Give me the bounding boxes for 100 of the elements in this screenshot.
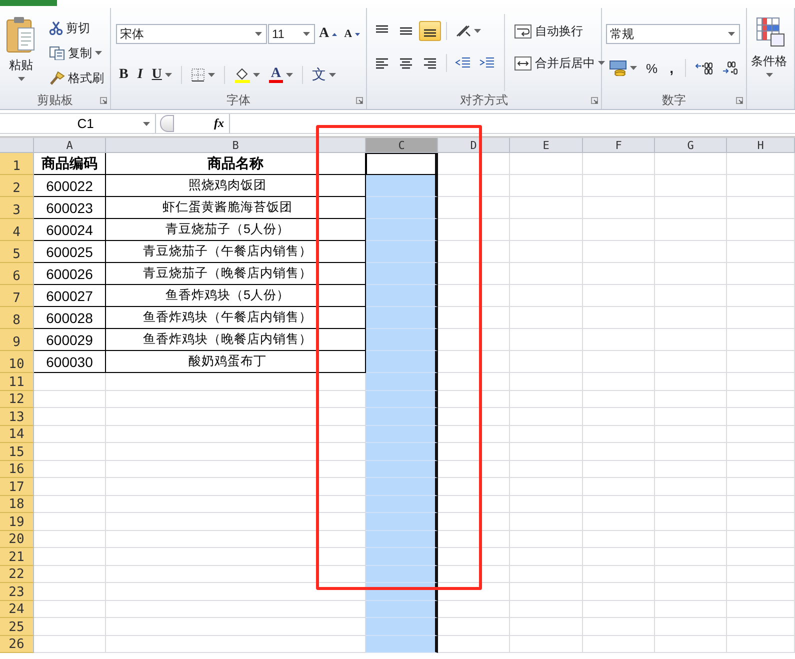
font-size-field[interactable]: 11 — [268, 24, 315, 44]
grid-cell[interactable] — [727, 496, 795, 513]
dialog-launcher-icon[interactable] — [736, 97, 743, 104]
grid-cell[interactable] — [438, 241, 510, 263]
grid-cell[interactable] — [106, 390, 366, 408]
grid-cell[interactable] — [106, 443, 366, 460]
grid-cell[interactable] — [438, 600, 510, 618]
column-header[interactable]: H — [727, 138, 795, 153]
selected-cell[interactable] — [366, 263, 438, 285]
font-name-field[interactable]: 宋体 — [116, 24, 267, 44]
grid-cell[interactable] — [510, 175, 583, 197]
grid-cell[interactable] — [510, 408, 583, 426]
merge-center-button[interactable]: 合并后居中 — [511, 53, 608, 73]
grid-cell[interactable] — [655, 566, 727, 583]
grid-cell[interactable] — [438, 530, 510, 548]
grid-cell[interactable] — [655, 263, 727, 285]
grid-cell[interactable] — [510, 263, 583, 285]
column-header[interactable]: B — [106, 138, 366, 153]
grid-cell[interactable] — [655, 153, 727, 175]
grid-cell[interactable] — [34, 618, 106, 636]
grid-cell[interactable] — [727, 513, 795, 530]
grid-cell[interactable] — [438, 583, 510, 600]
grid-cell[interactable] — [106, 460, 366, 478]
grid-cell[interactable] — [727, 460, 795, 478]
grid-cell[interactable] — [655, 548, 727, 566]
grid-cell[interactable] — [510, 496, 583, 513]
grid-cell[interactable] — [438, 390, 510, 408]
grid-cell[interactable] — [438, 219, 510, 241]
conditional-formatting-button[interactable]: 条件格 — [749, 14, 789, 109]
cut-button[interactable]: 剪切 — [46, 18, 107, 38]
row-header[interactable]: 26 — [0, 636, 34, 653]
grid-cell[interactable] — [655, 426, 727, 443]
selected-cell[interactable] — [366, 548, 438, 566]
caret-icon[interactable] — [303, 32, 310, 36]
grid-cell[interactable] — [106, 408, 366, 426]
grid-cell[interactable] — [510, 443, 583, 460]
percent-button[interactable]: % — [643, 58, 661, 78]
grid-cell[interactable] — [510, 530, 583, 548]
grid-cell[interactable] — [583, 618, 655, 636]
grid-cell[interactable] — [510, 600, 583, 618]
grid-cell[interactable] — [583, 175, 655, 197]
selected-cell[interactable] — [366, 566, 438, 583]
shrink-font-button[interactable]: A — [341, 24, 364, 44]
grid-cell[interactable] — [34, 513, 106, 530]
paste-button[interactable]: 粘贴 — [4, 14, 38, 91]
grid-cell[interactable] — [727, 618, 795, 636]
row-header[interactable]: 8 — [0, 307, 34, 329]
row-header[interactable]: 21 — [0, 548, 34, 566]
caret-icon[interactable] — [598, 61, 605, 65]
selected-cell[interactable] — [366, 285, 438, 307]
grid-cell[interactable] — [655, 600, 727, 618]
grid-cell[interactable] — [583, 390, 655, 408]
row-header[interactable]: 24 — [0, 600, 34, 618]
grid-cell[interactable] — [510, 219, 583, 241]
row-header[interactable]: 3 — [0, 197, 34, 219]
selected-cell[interactable] — [366, 426, 438, 443]
grid-cell[interactable] — [583, 600, 655, 618]
selected-cell[interactable] — [366, 373, 438, 390]
selected-cell[interactable] — [366, 241, 438, 263]
file-tab[interactable] — [0, 0, 57, 6]
grid-cell[interactable] — [438, 548, 510, 566]
grid-cell[interactable] — [727, 478, 795, 496]
row-header[interactable]: 11 — [0, 373, 34, 390]
caret-icon[interactable] — [286, 73, 294, 77]
underline-button[interactable]: U — [148, 65, 175, 85]
row-header[interactable]: 20 — [0, 530, 34, 548]
align-button[interactable] — [419, 21, 441, 41]
grid-cell[interactable] — [655, 443, 727, 460]
selected-cell[interactable] — [366, 530, 438, 548]
grid-cell[interactable] — [583, 241, 655, 263]
grid-cell[interactable] — [583, 153, 655, 175]
grid-cell[interactable] — [438, 443, 510, 460]
grid-cell[interactable] — [727, 197, 795, 219]
column-header[interactable]: D — [438, 138, 510, 153]
grid-cell[interactable] — [727, 600, 795, 618]
grid-cell[interactable] — [655, 219, 727, 241]
row-header[interactable]: 10 — [0, 351, 34, 373]
grid-cell[interactable] — [727, 153, 795, 175]
grid-cell[interactable] — [583, 307, 655, 329]
grid-cell[interactable] — [438, 307, 510, 329]
number-format-field[interactable]: 常规 — [606, 24, 740, 44]
grid-cell[interactable] — [106, 566, 366, 583]
row-header[interactable]: 7 — [0, 285, 34, 307]
grid-cell[interactable] — [510, 513, 583, 530]
column-header[interactable]: G — [655, 138, 727, 153]
row-header[interactable]: 6 — [0, 263, 34, 285]
grid-cell[interactable] — [583, 219, 655, 241]
grid-cell[interactable] — [583, 460, 655, 478]
grid-cell[interactable] — [583, 285, 655, 307]
grid-cell[interactable] — [34, 478, 106, 496]
grid-cell[interactable] — [438, 496, 510, 513]
grid-cell[interactable] — [655, 307, 727, 329]
row-header[interactable]: 22 — [0, 566, 34, 583]
grid-cell[interactable] — [727, 426, 795, 443]
grid-cell[interactable] — [727, 329, 795, 351]
grid-cell[interactable] — [583, 443, 655, 460]
grid-cell[interactable] — [34, 443, 106, 460]
grid-cell[interactable] — [583, 566, 655, 583]
row-header[interactable]: 2 — [0, 175, 34, 197]
grid-cell[interactable] — [34, 636, 106, 653]
